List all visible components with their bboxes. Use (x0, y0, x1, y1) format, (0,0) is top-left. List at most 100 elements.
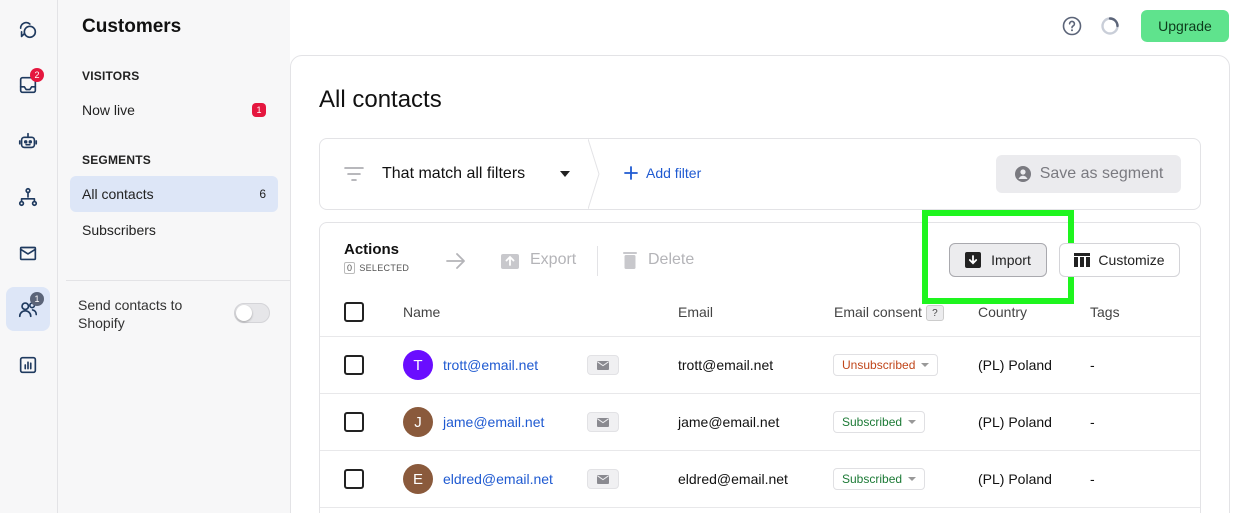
mail-icon (587, 355, 619, 375)
loading-spinner-icon (1101, 17, 1119, 35)
customize-button[interactable]: Customize (1059, 243, 1180, 277)
actions-divider (597, 246, 598, 276)
row-divider (320, 450, 1200, 451)
contact-email: eldred@email.net (678, 471, 788, 487)
segments-header: SEGMENTS (82, 153, 151, 167)
export-button[interactable]: Export (500, 250, 576, 270)
chevron-down-icon[interactable] (560, 171, 570, 177)
shopify-sync-label: Send contacts to Shopify (78, 297, 183, 331)
sidebar-item-all-contacts[interactable]: All contacts 6 (70, 176, 278, 212)
column-header-label: Email consent (834, 304, 922, 320)
selected-label: SELECTED (359, 263, 410, 273)
import-icon (965, 252, 982, 268)
export-label: Export (530, 251, 577, 268)
sidebar-item-label: All contacts (82, 186, 154, 202)
contact-country: (PL) Poland (978, 414, 1052, 430)
filter-icon (344, 167, 364, 181)
import-label: Import (991, 252, 1031, 268)
actions-title: Actions (344, 241, 400, 258)
consent-dropdown[interactable]: Subscribed (833, 411, 926, 433)
inbox-icon[interactable]: 2 (6, 63, 50, 107)
contact-name-link[interactable]: trott@email.net (443, 357, 538, 373)
sidebar-divider (66, 280, 290, 281)
column-header-name[interactable]: Name (403, 304, 440, 320)
consent-status: Subscribed (842, 472, 903, 486)
filter-bar: That match all filters Add filter Save a… (319, 138, 1201, 210)
consent-status: Subscribed (842, 415, 903, 429)
column-header-country[interactable]: Country (978, 304, 1027, 320)
avatar: J (403, 407, 433, 437)
sidebar-item-label: Now live (82, 102, 135, 118)
analytics-icon[interactable] (6, 343, 50, 387)
selected-indicator: 0 SELECTED (344, 262, 409, 274)
chevron-down-icon (908, 420, 917, 424)
mail-icon (587, 412, 619, 432)
save-as-segment-label: Save as segment (1039, 165, 1164, 182)
icon-rail: 2 1 (0, 0, 58, 513)
column-header-email[interactable]: Email (678, 304, 713, 320)
contact-country: (PL) Poland (978, 357, 1052, 373)
row-divider (320, 336, 1200, 337)
page-title: All contacts (319, 86, 442, 113)
consent-dropdown[interactable]: Subscribed (833, 468, 926, 490)
customize-label: Customize (1098, 252, 1165, 268)
contact-email: jame@email.net (678, 414, 780, 430)
all-contacts-count: 6 (259, 187, 266, 201)
contact-email: trott@email.net (678, 357, 774, 373)
avatar: T (403, 350, 433, 380)
sidebar-item-label: Subscribers (82, 222, 156, 238)
selected-count: 0 (344, 262, 356, 274)
segment-user-icon (1014, 166, 1031, 182)
contact-country: (PL) Poland (978, 471, 1052, 487)
consent-help-icon[interactable]: ? (925, 305, 944, 322)
row-checkbox[interactable] (344, 469, 364, 489)
import-button[interactable]: Import (949, 243, 1047, 277)
column-header-tags[interactable]: Tags (1090, 304, 1120, 320)
delete-button[interactable]: Delete (622, 250, 694, 270)
delete-label: Delete (648, 251, 695, 268)
avatar: E (403, 464, 433, 494)
help-icon[interactable] (1062, 16, 1082, 36)
chat-bubbles-icon[interactable] (6, 8, 50, 52)
row-divider (320, 507, 1200, 508)
toggle-knob (236, 305, 252, 321)
column-header-email-consent[interactable]: Email consent? (834, 304, 944, 322)
contact-name-link[interactable]: jame@email.net (443, 414, 544, 430)
chevron-down-icon (921, 363, 930, 367)
filter-match-select[interactable]: That match all filters (382, 165, 525, 183)
sidebar-title: Customers (82, 16, 182, 37)
chevron-down-icon (908, 477, 917, 481)
row-checkbox[interactable] (344, 355, 364, 375)
customers-icon[interactable]: 1 (6, 287, 50, 331)
contact-tags: - (1090, 471, 1095, 487)
flows-icon[interactable] (6, 175, 50, 219)
filter-separator (588, 139, 600, 209)
arrow-right-icon (446, 253, 465, 269)
plus-icon (624, 166, 638, 180)
add-filter-button[interactable]: Add filter (624, 165, 701, 181)
save-as-segment-button[interactable]: Save as segment (996, 155, 1181, 193)
mail-icon[interactable] (6, 231, 50, 275)
trash-icon (623, 252, 637, 269)
consent-dropdown[interactable]: Unsubscribed (833, 354, 939, 376)
sidebar-item-now-live[interactable]: Now live 1 (70, 92, 278, 128)
row-checkbox[interactable] (344, 412, 364, 432)
mail-icon (587, 469, 619, 489)
bot-icon[interactable] (6, 119, 50, 163)
sidebar-item-subscribers[interactable]: Subscribers (70, 212, 278, 248)
now-live-badge: 1 (252, 103, 266, 117)
consent-status: Unsubscribed (842, 358, 916, 372)
visitors-header: VISITORS (82, 69, 140, 83)
columns-icon (1074, 253, 1091, 267)
add-filter-label: Add filter (646, 165, 702, 181)
upgrade-button[interactable]: Upgrade (1141, 10, 1229, 42)
contact-tags: - (1090, 357, 1095, 373)
contact-tags: - (1090, 414, 1095, 430)
customers-badge: 1 (30, 292, 44, 306)
customers-sidebar: Customers VISITORS Now live 1 SEGMENTS A… (58, 0, 290, 513)
inbox-badge: 2 (30, 68, 44, 82)
contact-name-link[interactable]: eldred@email.net (443, 471, 553, 487)
shopify-sync-toggle[interactable] (234, 303, 270, 323)
export-icon (501, 254, 519, 269)
select-all-checkbox[interactable] (344, 302, 364, 322)
